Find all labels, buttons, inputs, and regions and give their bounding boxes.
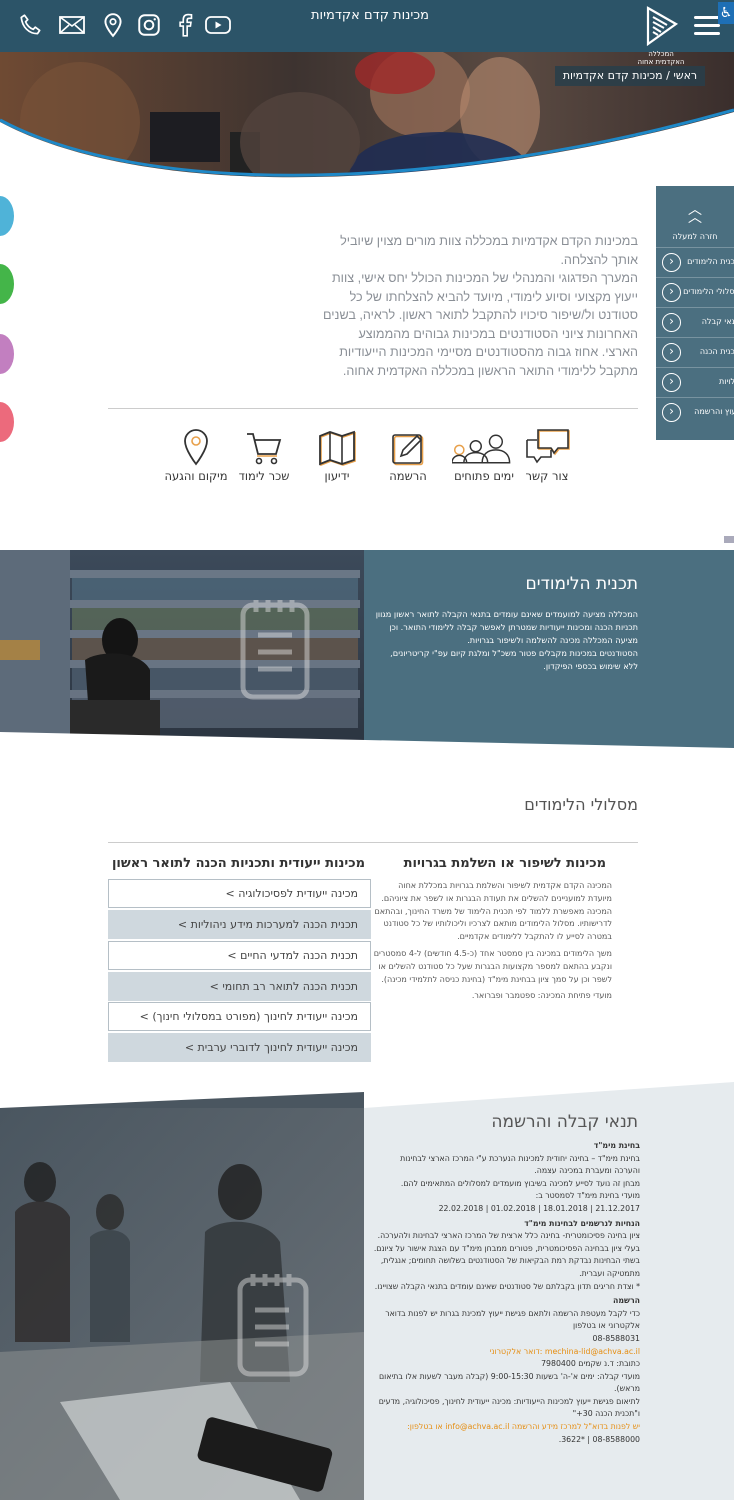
side-menu-item[interactable]: מסלולי הלימודים‹ [656, 278, 734, 308]
quick-link-registration[interactable]: הרשמה [376, 426, 440, 483]
chevron-left-icon: ‹ [662, 283, 681, 302]
registration-title: תנאי קבלה והרשמה [491, 1112, 638, 1132]
track-button-life-sciences[interactable]: תכנית הכנה למדעי החיים > [108, 941, 371, 970]
registration-line[interactable]: mechina-lid@achva.ac.il :דואר אלקטרוני [372, 1346, 640, 1359]
track-button-multidisciplinary[interactable]: תכנית הכנה לתואר רב תחומי > [108, 972, 371, 1001]
divider [108, 408, 638, 409]
tracks-title: מסלולי הלימודים [524, 795, 638, 814]
pencil-icon [392, 434, 424, 466]
registration-line: הנחיות לנרשמים לבחינות מימ"ד [524, 1218, 640, 1228]
side-menu-item[interactable]: עלויות‹ [656, 368, 734, 398]
side-decoration-pink [0, 402, 14, 442]
side-menu-item[interactable]: תכנית הלימודים‹ [656, 248, 734, 278]
quick-link-catalog[interactable]: ידיעון [305, 426, 369, 483]
intro-paragraph: במכינות הקדם אקדמיות במכללה צוות מורים מ… [340, 234, 638, 267]
phone-icon[interactable] [18, 12, 46, 40]
youtube-icon[interactable] [204, 12, 234, 40]
chevron-left-icon: ‹ [662, 403, 681, 422]
registration-line: מועדי קבלה: ימים א'-ה' בשעות 9:00-15:30 … [378, 1371, 640, 1394]
side-decoration-purple [0, 334, 14, 374]
side-menu-item[interactable]: ייעוץ והרשמה‹ [656, 398, 734, 428]
track-button-info-systems[interactable]: תכנית הכנה למערכות מידע ניהוליות > [108, 910, 371, 939]
facebook-icon[interactable] [172, 12, 200, 40]
divider [108, 842, 638, 843]
side-menu-item[interactable]: תנאי קבלה‹ [656, 308, 734, 338]
people-icon [452, 434, 511, 464]
quick-link-tuition[interactable]: שכר לימוד [232, 426, 296, 483]
track-button-psychology[interactable]: מכינה ייעודית לפסיכולוגיה > [108, 879, 371, 908]
intro-paragraph: המערך הפדגוגי והמנהלי של המכינות הכולל י… [322, 271, 638, 378]
map-book-icon [319, 430, 356, 466]
accessibility-icon[interactable]: ♿ [718, 2, 734, 24]
registration-line: * וצדת חריגים תדון בקבלתם של סטודנטים שא… [374, 1281, 640, 1291]
side-decoration-blue [0, 196, 14, 236]
registration-line: מועדי בחינת מימ"ד לסמסטר ב: [535, 1191, 640, 1201]
hamburger-menu-icon[interactable] [694, 16, 720, 38]
registration-line: 08-8588031 [592, 1333, 640, 1343]
location-pin-icon [184, 429, 208, 466]
study-plan-title: תכנית הלימודים [525, 574, 638, 594]
registration-line: בשתי הבחינות נבדקת רמת הבקיאות של הסטודנ… [380, 1256, 640, 1278]
registration-line: כדי לקבל מעטפת הרשמה ולתאם פגישת ייעוץ ל… [385, 1308, 640, 1331]
cart-icon [247, 433, 282, 465]
back-to-top-button[interactable]: ︿ ︿ חזרה למעלה [656, 186, 734, 248]
registration-line: מבחן זה נועד לסייע למכינה בשיבוץ מועמדים… [400, 1178, 640, 1188]
study-plan-paragraph: הסטודנטים במכינות מקבלים פטור משכ"ל ומלג… [390, 648, 638, 671]
side-decoration-green [0, 264, 14, 304]
bagrut-column-text: המכינה הקדם אקדמית לשיפור והשלמת בגרויות… [372, 880, 612, 1003]
study-plan-paragraph: המכללה מציעה למועמדים שאינם עומדים בתנאי… [375, 609, 638, 645]
registration-line: בחינת מימ"ד [593, 1141, 640, 1150]
study-plan-text: המכללה מציעה למועמדים שאינם עומדים בתנאי… [374, 608, 638, 673]
registration-line: 08-8588000 | *3622. [558, 1434, 640, 1444]
top-bar: מכינות קדם אקדמיות המכללה האקדמית אחוה ♿ [0, 0, 734, 66]
bagrut-paragraph: המכינה הקדם אקדמית לשיפור והשלמת בגרויות… [374, 881, 612, 942]
side-menu-item[interactable]: תכנית הכנה‹ [656, 338, 734, 368]
chevron-left-icon: ‹ [662, 253, 681, 272]
bagrut-paragraph: מועדי פתיחת המכינה: ספטמבר ופברואר. [471, 991, 612, 1001]
registration-line: לתיאום פגישת ייעוץ למכינות הייעודיות: מכ… [378, 1396, 640, 1419]
page-title: מכינות קדם אקדמיות [311, 8, 429, 23]
registration-line[interactable]: יש לפנות בדוא"ל למרכז מידע והרשמה info@a… [372, 1421, 640, 1434]
registration-line: כתובת: ד.נ שקמים 7980400 [541, 1359, 640, 1369]
instagram-icon[interactable] [136, 12, 164, 40]
achva-logo[interactable] [642, 6, 680, 54]
chevron-up-icon: ︿ ︿ [688, 202, 702, 226]
bagrut-paragraph: משך הלימודים במכינה בין סמסטר אחד (כ-4.5… [373, 948, 612, 984]
intro-text: במכינות הקדם אקדמיות במכללה צוות מורים מ… [320, 232, 638, 380]
registration-line: 21.12.2017 | 18.01.2018 | 01.02.2018 | 2… [438, 1203, 640, 1213]
registration-line: ציון בחינה פסיכומטרית- בחינה כלל ארצית ש… [373, 1231, 640, 1253]
quick-link-contact[interactable]: צור קשר [515, 426, 579, 483]
registration-text: בחינת מימ"ד בחינת מימ"ד – בחינה יחודית למ… [372, 1140, 640, 1446]
registration-line: הרשמה [613, 1296, 640, 1306]
quick-link-location[interactable]: מיקום והגעה [164, 426, 228, 483]
chevron-left-icon: ‹ [662, 313, 681, 332]
logo-text: המכללה האקדמית אחוה [637, 50, 685, 66]
quick-link-open-days[interactable]: ימים פתוחים [452, 426, 516, 483]
mail-icon[interactable] [58, 12, 88, 40]
bagrut-column-title: מכינות לשיפור או השלמת בגרויות [403, 856, 606, 871]
breadcrumb[interactable]: ראשי / מכינות קדם אקדמיות [555, 66, 705, 86]
track-button-education[interactable]: מכינה ייעודית לחינוך (מפורט במסלולי חינו… [108, 1002, 371, 1031]
chevron-left-icon: ‹ [662, 373, 681, 392]
scroll-indicator[interactable] [724, 536, 734, 543]
preparatory-column-title: מכינות ייעודית ותכניות הכנה לתואר ראשון [111, 856, 365, 871]
location-icon[interactable] [100, 12, 128, 40]
track-button-education-arabic[interactable]: מכינה ייעודית לחינוך לדוברי ערבית > [108, 1033, 371, 1062]
chevron-left-icon: ‹ [662, 343, 681, 362]
registration-line: בחינת מימ"ד – בחינה יחודית למכינות הנערכ… [400, 1153, 640, 1176]
chat-icon [526, 429, 570, 464]
side-menu: ︿︿ חזרה למעלה תכנית הלימודים‹ מסלולי הלי… [656, 186, 734, 440]
